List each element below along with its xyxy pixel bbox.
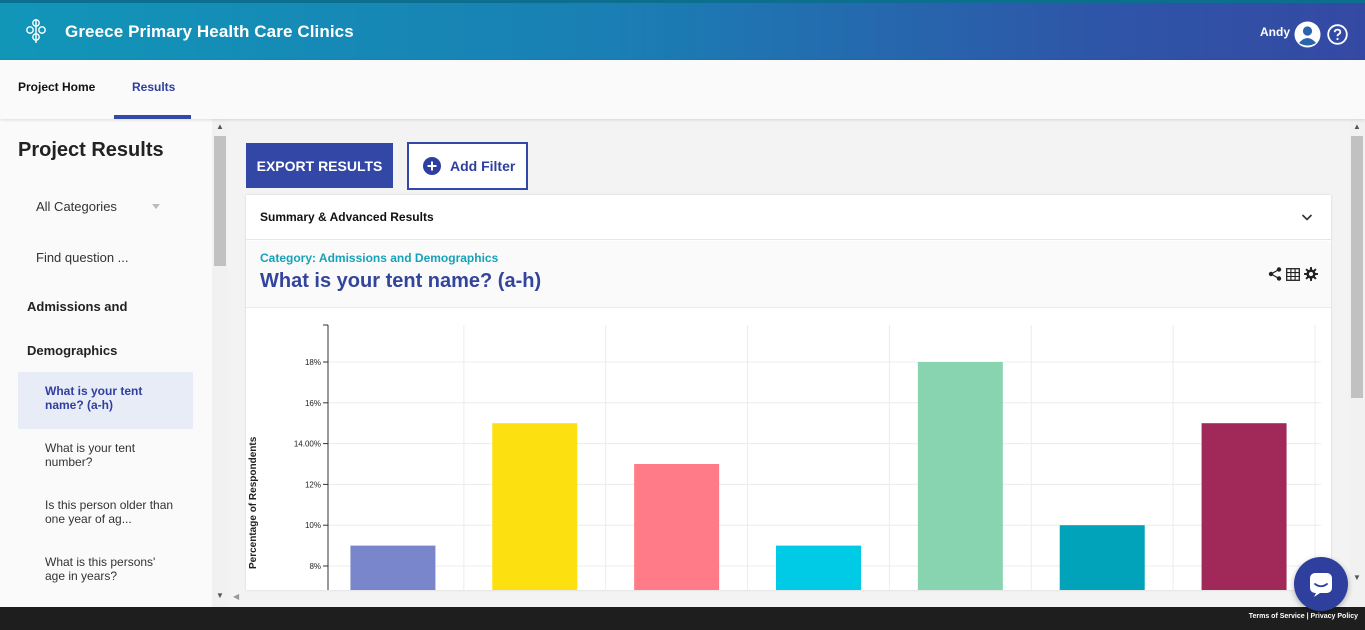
app-title: Greece Primary Health Care Clinics xyxy=(65,22,354,41)
question-title: What is your tent name? (a-h) xyxy=(260,270,542,292)
sidebar: Project Results All Categories Find ques… xyxy=(0,119,212,607)
user-icon[interactable] xyxy=(1294,21,1321,48)
summary-label: Summary & Advanced Results xyxy=(260,210,434,224)
sidebar-item-label: What is your tent xyxy=(45,384,143,398)
gear-icon[interactable] xyxy=(1304,267,1318,281)
scrollbar-thumb[interactable] xyxy=(214,136,226,266)
y-tick-label: 18% xyxy=(305,358,321,367)
terms-link[interactable]: Terms of Service xyxy=(1249,613,1305,620)
chart-bar xyxy=(492,423,578,590)
sidebar-item-label: What is your tent xyxy=(45,441,136,455)
app-header: Greece Primary Health Care Clinics Andy xyxy=(0,3,1365,60)
category-heading-line2[interactable]: Demographics xyxy=(27,343,117,358)
bar-chart: 8% 10% 12% 14.00% 16% 18% Percentage of Respo… xyxy=(246,309,1331,590)
find-question-input[interactable]: Find question ... xyxy=(36,250,129,265)
tabs-bar: Project Home Results xyxy=(0,60,1365,119)
chart-bar xyxy=(1201,423,1287,590)
summary-accordion[interactable]: Summary & Advanced Results xyxy=(246,195,1331,240)
scroll-up-icon[interactable]: ▲ xyxy=(216,122,224,131)
sidebar-item-label: age in years? xyxy=(45,569,118,583)
chat-launcher-button[interactable] xyxy=(1294,557,1348,611)
sidebar-item-label: name? (a-h) xyxy=(45,398,114,412)
plus-icon xyxy=(423,157,441,175)
chart-bar xyxy=(776,545,861,590)
sidebar-item-question[interactable]: What is your tent name? (a-h) xyxy=(18,372,193,429)
scroll-left-icon[interactable]: ◀ xyxy=(233,592,239,601)
question-header: Category: Admissions and Demographics Wh… xyxy=(246,241,1331,308)
sidebar-item-question[interactable]: What is your tent number? xyxy=(18,429,193,479)
add-filter-label: Add Filter xyxy=(450,158,516,174)
add-filter-button[interactable]: Add Filter xyxy=(407,142,528,190)
sidebar-item-label: Is this person older than xyxy=(45,498,174,512)
scroll-up-icon[interactable]: ▲ xyxy=(1353,122,1361,131)
chevron-down-icon[interactable] xyxy=(1301,211,1313,223)
main-scrollbar[interactable]: ▲ ▼ xyxy=(1349,119,1365,607)
footer-links: Terms of Service | Privacy Policy xyxy=(1249,613,1358,620)
active-tab-indicator xyxy=(114,115,191,119)
question-category: Category: Admissions and Demographics xyxy=(260,251,499,265)
sidebar-item-label: one year of ag... xyxy=(45,512,132,526)
y-tick-label: 16% xyxy=(305,399,321,408)
chat-icon xyxy=(1310,573,1332,597)
scroll-down-icon[interactable]: ▼ xyxy=(1353,573,1361,582)
scrollbar-thumb[interactable] xyxy=(1351,136,1363,398)
sidebar-title: Project Results xyxy=(18,139,164,161)
caret-down-icon[interactable] xyxy=(152,204,160,209)
chart-canvas: 8% 10% 12% 14.00% 16% 18% xyxy=(294,324,1321,590)
chart-bar xyxy=(634,464,720,590)
tab-project-home[interactable]: Project Home xyxy=(18,80,95,94)
export-results-button[interactable]: EXPORT RESULTS xyxy=(246,143,393,188)
category-heading-line1[interactable]: Admissions and xyxy=(27,299,127,314)
y-axis-label: Percentage of Respondents xyxy=(248,436,259,569)
chart-bar xyxy=(917,362,1003,590)
y-tick-label: 12% xyxy=(305,480,321,489)
sidebar-item-question[interactable]: Is this person older than one year of ag… xyxy=(18,486,193,536)
sidebar-item-question[interactable]: What is this persons' age in years? xyxy=(18,543,193,593)
footer: Terms of Service | Privacy Policy xyxy=(0,607,1365,630)
user-name[interactable]: Andy xyxy=(1260,25,1290,39)
results-card: Summary & Advanced Results Category: Adm… xyxy=(246,195,1331,590)
y-tick-label: 14.00% xyxy=(294,440,321,449)
grid-icon[interactable] xyxy=(1286,268,1300,281)
tab-results[interactable]: Results xyxy=(132,80,175,94)
y-tick-label: 10% xyxy=(305,521,321,530)
chart-bar xyxy=(1059,525,1145,590)
privacy-link[interactable]: Privacy Policy xyxy=(1311,613,1358,620)
category-select[interactable]: All Categories xyxy=(36,199,117,214)
sidebar-item-label: number? xyxy=(45,455,93,469)
sidebar-scrollbar[interactable]: ▲ ▼ xyxy=(212,119,228,607)
help-icon[interactable] xyxy=(1327,24,1348,45)
share-icon[interactable] xyxy=(1268,267,1282,281)
logo-icon xyxy=(26,19,46,43)
chart-bar xyxy=(350,545,436,590)
y-tick-label: 8% xyxy=(309,562,321,571)
scroll-down-icon[interactable]: ▼ xyxy=(216,591,224,600)
sidebar-item-label: What is this persons' xyxy=(45,555,156,569)
